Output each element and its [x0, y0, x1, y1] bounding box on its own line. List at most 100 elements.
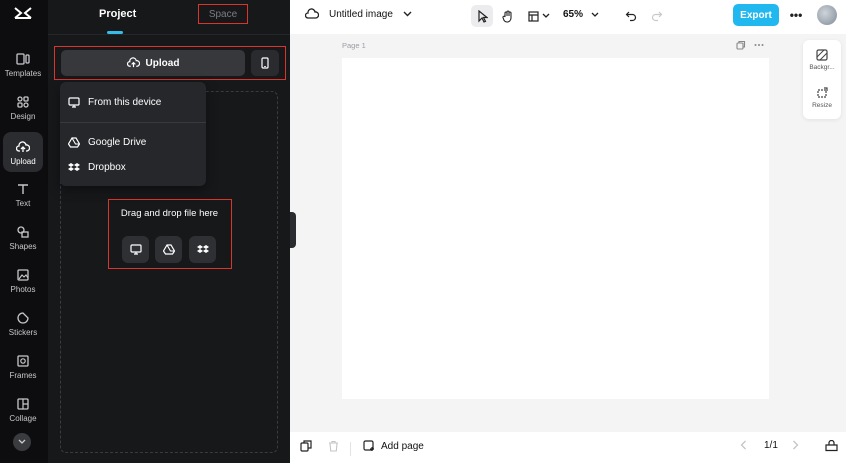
menu-divider [60, 122, 206, 123]
zoom-control[interactable]: 65% [563, 9, 599, 20]
upload-panel: Project Space Upload From this device Go… [48, 0, 290, 463]
prev-page-button[interactable] [740, 440, 747, 450]
rail-item-label: Upload [10, 157, 36, 166]
layout-icon [528, 10, 539, 22]
select-tool-button[interactable] [471, 5, 493, 27]
photos-icon [17, 269, 29, 281]
text-icon [18, 184, 28, 194]
google-drive-icon [162, 244, 175, 255]
drag-drop-text: Drag and drop file here [120, 208, 219, 219]
document-title[interactable]: Untitled image [329, 9, 393, 20]
undo-button[interactable] [621, 5, 641, 27]
next-page-button[interactable] [792, 440, 799, 450]
tab-space[interactable]: Space [198, 4, 248, 24]
fit-view-icon [825, 440, 838, 452]
stickers-icon [17, 312, 29, 324]
panel-collapse-handle[interactable] [290, 212, 296, 248]
document-title-area[interactable]: Untitled image [305, 8, 412, 20]
rail-item-text[interactable]: Text [3, 174, 43, 214]
monitor-icon [68, 96, 80, 108]
upload-controls: Upload [54, 46, 286, 80]
upload-button[interactable]: Upload [61, 50, 245, 76]
avatar[interactable] [817, 5, 837, 25]
background-tool[interactable]: Backgr... [803, 49, 841, 71]
bottom-bar: Add page 1/1 [290, 432, 846, 463]
pages-icon [300, 440, 312, 452]
rail-item-design[interactable]: Design [3, 87, 43, 127]
shapes-icon [17, 226, 29, 238]
menu-item-google-drive[interactable]: Google Drive [68, 132, 146, 152]
add-page-label: Add page [381, 440, 424, 452]
add-page-button[interactable]: Add page [363, 440, 424, 452]
divider [350, 442, 351, 456]
cloud-icon [305, 8, 319, 19]
redo-icon [651, 11, 663, 22]
menu-item-dropbox[interactable]: Dropbox [68, 157, 126, 177]
menu-item-from-device[interactable]: From this device [68, 92, 161, 112]
drag-drop-area[interactable]: Drag and drop file here [108, 199, 232, 269]
chevron-down-icon[interactable] [403, 11, 412, 17]
upload-from-phone-button[interactable] [251, 50, 279, 76]
rail-item-label: Stickers [8, 328, 38, 337]
google-drive-icon [68, 136, 80, 148]
chevron-down-icon [18, 439, 26, 444]
design-icon [17, 96, 29, 108]
more-options-button[interactable]: ••• [787, 6, 805, 24]
rail-item-label: Collage [9, 414, 37, 423]
resize-tool[interactable]: Resize [803, 87, 841, 109]
duplicate-page-icon[interactable] [736, 40, 746, 50]
dropbox-icon [68, 162, 80, 171]
chevron-down-icon [591, 12, 599, 17]
page-actions [736, 40, 764, 50]
menu-item-label: Google Drive [88, 136, 147, 148]
rail-item-label: Shapes [9, 242, 37, 251]
collage-icon [17, 398, 29, 410]
rail-item-photos[interactable]: Photos [3, 260, 43, 300]
page-manager-button[interactable] [300, 440, 312, 452]
mobile-phone-icon [261, 57, 269, 69]
rail-item-stickers[interactable]: Stickers [3, 303, 43, 343]
canvas-page[interactable] [342, 58, 769, 399]
rail-item-collage[interactable]: Collage [3, 389, 43, 429]
fit-view-button[interactable] [825, 440, 838, 452]
layout-menu-button[interactable] [526, 5, 552, 27]
background-tool-label: Backgr... [809, 64, 835, 71]
redo-button[interactable] [647, 5, 667, 27]
menu-item-label: Dropbox [88, 161, 126, 173]
delete-page-button[interactable] [328, 440, 339, 452]
rail-item-templates[interactable]: Templates [3, 44, 43, 84]
capcut-logo[interactable] [12, 5, 34, 21]
frames-icon [17, 355, 29, 367]
rail-item-frames[interactable]: Frames [3, 346, 43, 386]
rail-item-label: Templates [4, 69, 42, 78]
resize-tool-label: Resize [812, 102, 832, 109]
hand-tool-button[interactable] [497, 5, 519, 27]
dropbox-button[interactable] [189, 236, 216, 263]
from-device-button[interactable] [122, 236, 149, 263]
trash-icon [329, 440, 338, 452]
google-drive-button[interactable] [155, 236, 182, 263]
upload-source-menu: From this device Google Drive Dropbox [60, 82, 206, 186]
monitor-icon [129, 244, 142, 255]
rail-item-label: Frames [9, 371, 37, 380]
background-icon [816, 49, 828, 61]
dropbox-icon [196, 245, 209, 253]
more-dots-icon[interactable] [754, 40, 764, 50]
resize-icon [817, 87, 828, 98]
undo-icon [625, 11, 637, 22]
rail-item-label: Text [15, 199, 31, 208]
page-counter: 1/1 [764, 440, 778, 451]
top-bar: Untitled image 65% Export ••• [290, 0, 846, 34]
tab-project[interactable]: Project [99, 8, 136, 20]
cursor-arrow-icon [477, 9, 488, 23]
upload-button-label: Upload [145, 57, 180, 69]
menu-item-label: From this device [88, 96, 162, 108]
export-button[interactable]: Export [733, 4, 779, 26]
page-label: Page 1 [342, 41, 366, 50]
templates-icon [16, 53, 30, 65]
cloud-upload-icon [16, 141, 30, 152]
rail-item-shapes[interactable]: Shapes [3, 217, 43, 257]
chevron-down-icon [542, 13, 550, 18]
rail-more-button[interactable] [13, 433, 31, 451]
rail-item-upload[interactable]: Upload [3, 132, 43, 172]
